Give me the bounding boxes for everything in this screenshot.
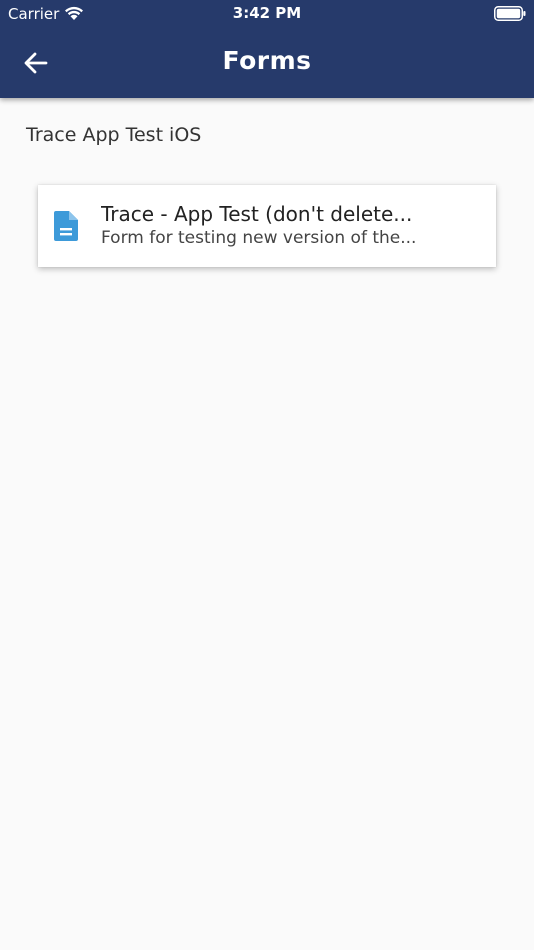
form-title: Trace - App Test (don't delete...	[101, 202, 413, 226]
form-description: Form for testing new version of the...	[101, 228, 417, 248]
status-time: 3:42 PM	[232, 4, 302, 22]
app-header: Carrier 3:42 PM Forms	[0, 0, 534, 98]
form-list-item[interactable]: Trace - App Test (don't delete... Form f…	[38, 185, 496, 267]
forms-screen: Carrier 3:42 PM Forms Trace App Test iOS	[0, 0, 534, 950]
status-bar: Carrier 3:42 PM	[0, 0, 534, 28]
document-icon	[54, 211, 78, 241]
page-title: Forms	[222, 46, 312, 75]
battery-icon	[494, 6, 526, 21]
form-group-label: Trace App Test iOS	[26, 124, 202, 146]
